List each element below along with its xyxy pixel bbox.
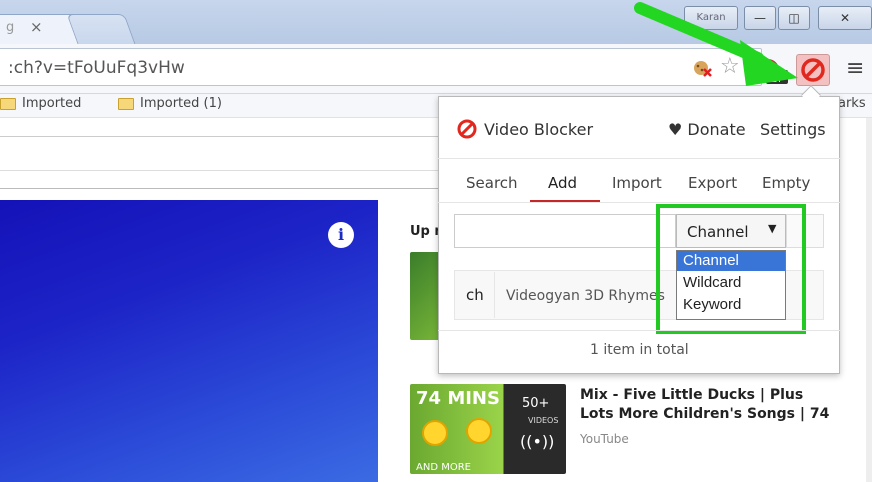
folder-icon	[118, 97, 134, 110]
divider	[438, 158, 840, 159]
video-channel: YouTube	[580, 432, 629, 446]
divider	[494, 272, 495, 318]
url-text[interactable]: :ch?v=tFoUuFq3vHw	[8, 58, 185, 78]
bookmark-folder[interactable]: Imported	[0, 96, 81, 111]
info-icon[interactable]: i	[328, 222, 354, 248]
divider	[0, 136, 440, 137]
video-title-link[interactable]: Mix - Five Little Ducks | Plus Lots More…	[580, 386, 840, 424]
thumbnail-text: VIDEOS	[528, 416, 559, 425]
tab-empty[interactable]: Empty	[762, 174, 810, 192]
entry-type: ch	[466, 286, 484, 304]
new-tab-button[interactable]	[66, 14, 136, 44]
close-window-button[interactable]: ✕	[818, 6, 872, 30]
thumbnail-text: 50+	[522, 396, 550, 411]
item-count: 1 item in total	[590, 342, 689, 358]
video-player[interactable]	[0, 200, 378, 482]
tab-import[interactable]: Import	[612, 174, 662, 192]
duck-illustration	[466, 418, 492, 444]
divider	[0, 170, 440, 171]
tab-close-icon[interactable]: ×	[30, 18, 43, 36]
other-bookmarks[interactable]: arks	[838, 96, 866, 111]
tab-title: g	[6, 20, 15, 35]
thumbnail-text: AND MORE	[416, 462, 471, 473]
duck-illustration	[422, 420, 448, 446]
tab-add[interactable]: Add	[548, 174, 577, 192]
playlist-icon: ((•))	[520, 432, 555, 451]
donate-link[interactable]: ♥ Donate	[668, 120, 746, 139]
entry-name: Videogyan 3D Rhymes	[506, 288, 665, 304]
menu-icon[interactable]: ≡	[846, 56, 864, 81]
video-blocker-logo-icon	[457, 119, 477, 139]
popup-title: Video Blocker	[484, 120, 594, 139]
highlight-box	[656, 204, 806, 334]
bookmark-folder[interactable]: Imported (1)	[118, 96, 222, 111]
scrollbar[interactable]	[866, 118, 872, 482]
thumbnail-text: 74 MINS	[416, 388, 500, 409]
settings-link[interactable]: Settings	[760, 120, 826, 139]
divider	[438, 330, 840, 331]
annotation-arrow-icon	[634, 2, 798, 86]
tab-export[interactable]: Export	[688, 174, 737, 192]
divider	[0, 188, 440, 189]
divider	[438, 202, 840, 203]
pattern-input[interactable]	[454, 214, 676, 248]
tab-search[interactable]: Search	[466, 174, 518, 192]
folder-icon	[0, 97, 16, 110]
